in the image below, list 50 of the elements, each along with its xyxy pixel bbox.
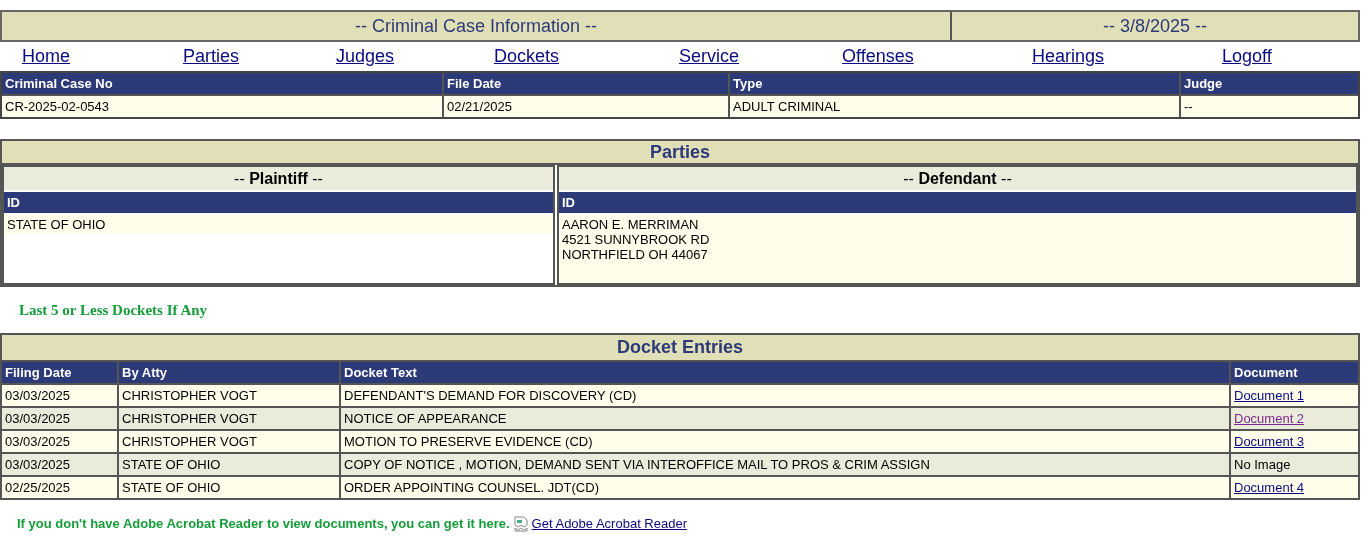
table-cell: NOTICE OF APPEARANCE bbox=[341, 408, 1229, 429]
broken-image-icon bbox=[513, 515, 528, 532]
nav-link[interactable]: Service bbox=[679, 46, 740, 66]
table-cell: 03/03/2025 bbox=[2, 385, 117, 406]
docket-note: Last 5 or Less Dockets If Any bbox=[19, 300, 208, 320]
table-cell: STATE OF OHIO bbox=[119, 454, 339, 475]
nav-link[interactable]: Dockets bbox=[494, 46, 560, 66]
nav-link[interactable]: Parties bbox=[183, 46, 240, 66]
table-cell: 02/25/2025 bbox=[2, 477, 117, 498]
party-heading: -- Plaintiff -- bbox=[4, 167, 553, 190]
table-cell: CHRISTOPHER VOGT bbox=[119, 385, 339, 406]
column-header: File Date bbox=[444, 73, 728, 94]
header-date: -- 3/8/2025 -- bbox=[952, 12, 1358, 40]
table-cell: 02/21/2025 bbox=[444, 96, 728, 117]
table-cell: STATE OF OHIO bbox=[119, 477, 339, 498]
column-header: ID bbox=[559, 192, 1356, 213]
acrobat-link[interactable]: Get Adobe Acrobat Reader bbox=[531, 514, 687, 534]
column-header: Docket Text bbox=[341, 362, 1229, 383]
table-cell: CR-2025-02-0543 bbox=[2, 96, 442, 117]
table-cell: DEFENDANT'S DEMAND FOR DISCOVERY (CD) bbox=[341, 385, 1229, 406]
party-heading: -- Defendant -- bbox=[559, 167, 1356, 190]
table-cell: 03/03/2025 bbox=[2, 431, 117, 452]
party-cell: AARON E. MERRIMAN 4521 SUNNYBROOK RD NORTHFIELD OH 44067 bbox=[559, 215, 1356, 283]
section-title: Docket Entries bbox=[2, 335, 1358, 360]
column-header: Document bbox=[1231, 362, 1358, 383]
table-cell: MOTION TO PRESERVE EVIDENCE (CD) bbox=[341, 431, 1229, 452]
acrobat-note: If you don't have Adobe Acrobat Reader to view documents, you can get it here. bbox=[17, 515, 510, 533]
column-header: Judge bbox=[1181, 73, 1358, 94]
no-image-text: No Image bbox=[1234, 455, 1291, 474]
table-cell: ORDER APPOINTING COUNSEL. JDT(CD) bbox=[341, 477, 1229, 498]
section-title: Parties bbox=[2, 141, 1358, 163]
nav-link[interactable]: Home bbox=[22, 46, 70, 66]
table-cell: COPY OF NOTICE , MOTION, DEMAND SENT VIA INTEROFFICE MAIL TO PROS & CRIM ASSIGN bbox=[341, 454, 1229, 475]
column-header: By Atty bbox=[119, 362, 339, 383]
column-header: Type bbox=[730, 73, 1179, 94]
table-cell: ADULT CRIMINAL bbox=[730, 96, 1179, 117]
table-cell: 03/03/2025 bbox=[2, 454, 117, 475]
column-header: ID bbox=[4, 192, 553, 213]
table-cell: CHRISTOPHER VOGT bbox=[119, 408, 339, 429]
nav-link[interactable]: Judges bbox=[336, 46, 395, 66]
table-cell: CHRISTOPHER VOGT bbox=[119, 431, 339, 452]
nav-link[interactable]: Hearings bbox=[1032, 46, 1105, 66]
party-cell: STATE OF OHIO bbox=[4, 215, 553, 234]
page-title: -- Criminal Case Information -- bbox=[2, 12, 950, 40]
column-header: Filing Date bbox=[2, 362, 117, 383]
table-cell: 03/03/2025 bbox=[2, 408, 117, 429]
nav-link[interactable]: Offenses bbox=[842, 46, 914, 66]
column-header: Criminal Case No bbox=[2, 73, 442, 94]
table-cell: -- bbox=[1181, 96, 1358, 117]
nav-link[interactable]: Logoff bbox=[1222, 46, 1272, 66]
